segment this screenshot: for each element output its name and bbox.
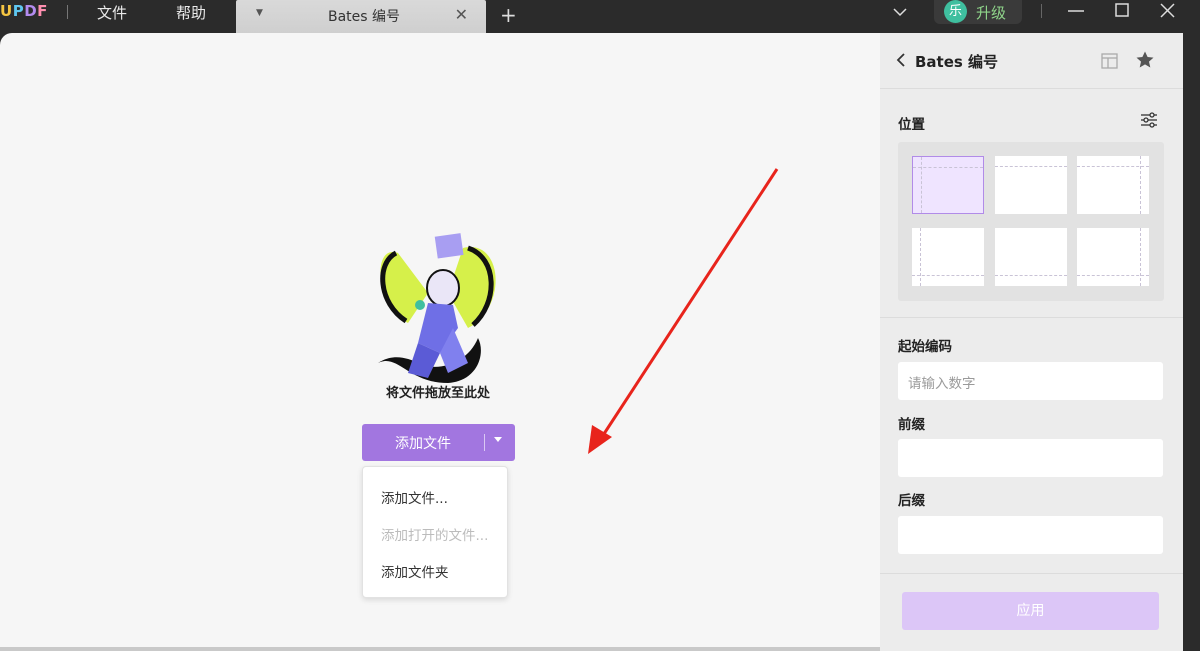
tab-menu-caret-icon[interactable]: ▼ (256, 8, 263, 18)
suffix-input[interactable] (898, 516, 1163, 554)
upgrade-label: 升级 (976, 4, 1007, 22)
tab-close-icon[interactable]: ✕ (455, 5, 468, 24)
title-bar: UPDF 文件 帮助 ▼ Bates 编号 ✕ + 乐 升级 (0, 0, 1200, 33)
annotation-arrow-icon (588, 168, 779, 454)
window-close-icon[interactable] (1158, 1, 1178, 21)
position-top-center[interactable] (995, 156, 1067, 214)
panel-divider (880, 573, 1183, 574)
dropdown-caret-icon[interactable] (494, 437, 502, 442)
prefix-input[interactable] (898, 439, 1163, 477)
back-chevron-icon[interactable] (894, 52, 908, 68)
position-bottom-right[interactable] (1077, 228, 1149, 286)
panel-divider (880, 88, 1183, 89)
bates-panel: Bates 编号 位置 起始编码 请输入数字 前缀 后缀 应用 (880, 33, 1183, 651)
position-bottom-left[interactable] (912, 228, 984, 286)
start-number-input[interactable]: 请输入数字 (898, 362, 1163, 400)
add-template-icon[interactable] (1100, 51, 1120, 71)
position-top-left[interactable] (912, 156, 984, 214)
menu-item-add-file[interactable]: 添加文件... (381, 487, 448, 507)
title-separator (67, 5, 68, 19)
drop-zone[interactable]: 将文件拖放至此处 添加文件 添加文件... 添加打开的文件... 添加文件夹 (0, 33, 880, 651)
button-divider (484, 434, 485, 451)
add-file-dropdown: 添加文件... 添加打开的文件... 添加文件夹 (362, 466, 508, 598)
chevron-down-icon[interactable] (892, 4, 908, 20)
app-logo: UPDF (0, 2, 48, 20)
window-separator (1041, 4, 1042, 18)
tab-title: Bates 编号 (328, 9, 401, 25)
suffix-label: 后缀 (898, 493, 925, 509)
settings-sliders-icon[interactable] (1140, 111, 1158, 129)
position-top-right[interactable] (1077, 156, 1149, 214)
prefix-label: 前缀 (898, 417, 925, 433)
position-grid (898, 142, 1164, 301)
new-tab-icon[interactable]: + (500, 3, 517, 27)
position-label: 位置 (898, 117, 925, 133)
add-file-label: 添加文件 (395, 436, 451, 452)
menu-item-add-folder[interactable]: 添加文件夹 (381, 561, 449, 581)
panel-divider (880, 317, 1183, 318)
drop-illustration (378, 233, 496, 383)
menu-file[interactable]: 文件 (97, 2, 127, 23)
add-file-button[interactable]: 添加文件 (362, 424, 515, 461)
document-tab[interactable]: ▼ Bates 编号 ✕ (236, 0, 486, 33)
bottom-edge (0, 647, 880, 651)
window-edge (1183, 33, 1200, 651)
menu-help[interactable]: 帮助 (176, 2, 206, 23)
avatar: 乐 (944, 0, 967, 23)
apply-button[interactable]: 应用 (902, 592, 1159, 630)
menu-item-add-open-files: 添加打开的文件... (381, 528, 489, 544)
panel-title: Bates 编号 (915, 53, 999, 71)
position-bottom-center[interactable] (995, 228, 1067, 286)
star-icon[interactable] (1135, 50, 1155, 70)
upgrade-button[interactable]: 乐 升级 (934, 0, 1022, 24)
minimize-icon[interactable] (1066, 1, 1086, 21)
start-number-label: 起始编码 (898, 339, 952, 355)
maximize-icon[interactable] (1112, 1, 1132, 21)
